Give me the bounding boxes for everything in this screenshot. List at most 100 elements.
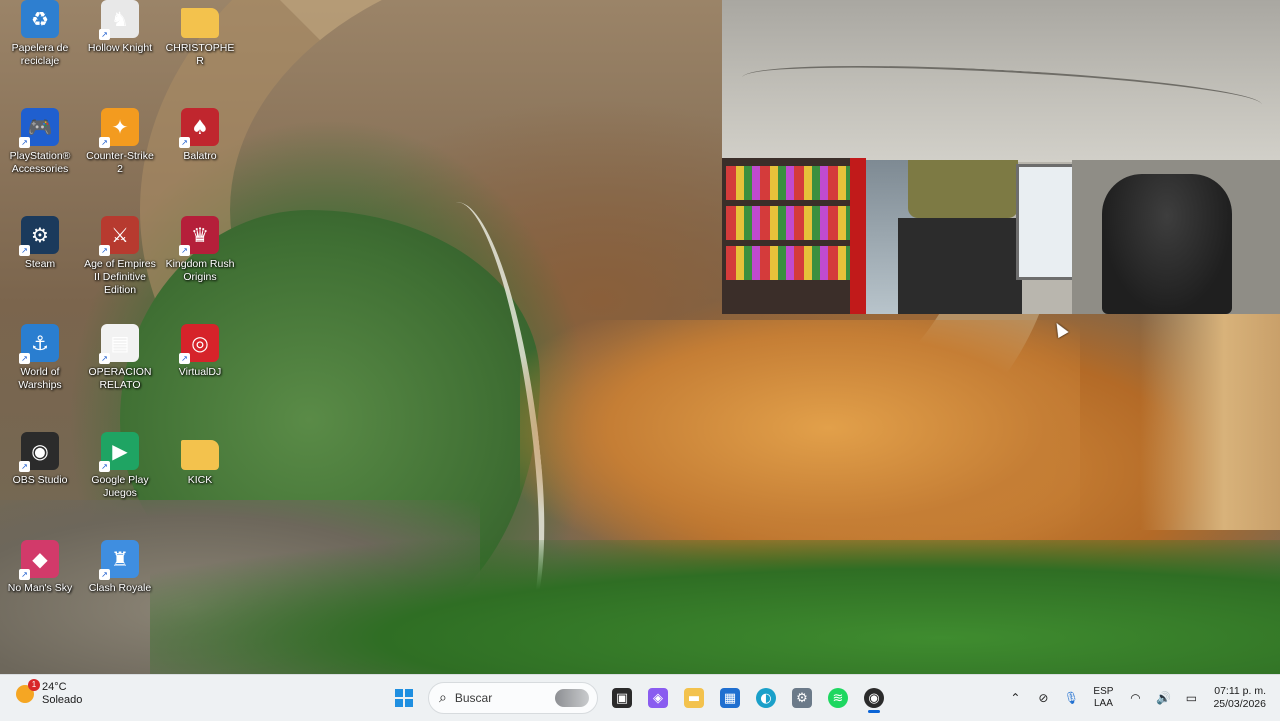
desktop-icon-label: OPERACION RELATO bbox=[88, 366, 152, 391]
desktop-icon-label: PlayStation® Accessories bbox=[9, 150, 71, 175]
desktop-icon-operacion-relato[interactable]: ▤ ↗ OPERACION RELATO bbox=[80, 324, 160, 392]
recycle-bin-icon: ♻ bbox=[21, 0, 59, 38]
desktop-icon-virtualdj[interactable]: ◎ ↗ VirtualDJ bbox=[160, 324, 240, 379]
keyboard-layout: LAA bbox=[1093, 698, 1113, 709]
shortcut-arrow-icon: ↗ bbox=[19, 569, 30, 580]
webcam-preview[interactable] bbox=[722, 0, 1280, 314]
desktop-icon-papelera-de-reciclaje[interactable]: ♻ Papelera de reciclaje bbox=[0, 0, 80, 68]
microphone-icon[interactable]: 🎙 bbox=[1060, 687, 1082, 709]
task-view-icon: ▣ bbox=[612, 688, 632, 708]
desktop-icon-no-man-s-sky[interactable]: ◆ ↗ No Man's Sky bbox=[0, 540, 80, 595]
taskbar-app-file-explorer[interactable]: ▬ bbox=[678, 682, 710, 714]
search-icon: ⌕ bbox=[439, 690, 447, 706]
search-placeholder: Buscar bbox=[454, 691, 493, 705]
obs-studio-icon: ◉ ↗ bbox=[19, 432, 59, 472]
desktop-icon-label: CHRISTOPHER bbox=[165, 42, 235, 67]
desktop-icon-world-of-warships[interactable]: ⚓ ↗ World of Warships bbox=[0, 324, 80, 392]
desktop-icon-playstation-accessories[interactable]: 🎮 ↗ PlayStation® Accessories bbox=[0, 108, 80, 176]
desktop-icon-balatro[interactable]: ♠ ↗ Balatro bbox=[160, 108, 240, 163]
store-icon: ▦ bbox=[720, 688, 740, 708]
desktop-icon-label: Papelera de reciclaje bbox=[11, 42, 69, 67]
desktop-icon-clash-royale[interactable]: ♜ ↗ Clash Royale bbox=[80, 540, 160, 595]
wallpaper-vegetation bbox=[150, 540, 1280, 674]
taskbar-center: ⌕ Buscar ▣ ◈ ▬ ▦ ◐ ⚙ ≋ ◉ bbox=[386, 680, 892, 716]
desktop-icon-label: Counter-Strike 2 bbox=[86, 150, 154, 175]
desktop-icon-counter-strike-2[interactable]: ✦ ↗ Counter-Strike 2 bbox=[80, 108, 160, 176]
windows-logo-icon bbox=[395, 689, 413, 707]
weather-widget[interactable]: 1 24°C Soleado bbox=[16, 679, 83, 707]
folder-icon bbox=[181, 440, 219, 470]
copilot-icon: ◈ bbox=[648, 688, 668, 708]
clock-date: 25/03/2026 bbox=[1213, 698, 1266, 710]
taskbar-app-task-view[interactable]: ▣ bbox=[606, 682, 638, 714]
desktop-icon-christopher[interactable]: CHRISTOPHER bbox=[160, 0, 240, 68]
clock[interactable]: 07:11 p. m. 25/03/2026 bbox=[1213, 685, 1266, 711]
network-off-icon[interactable]: ⊘ bbox=[1032, 687, 1054, 709]
battery-icon[interactable]: ▭ bbox=[1180, 687, 1202, 709]
webcam-gaming-chair bbox=[1102, 174, 1232, 314]
language-code: ESP bbox=[1093, 686, 1114, 697]
webcam-red-post bbox=[850, 158, 866, 314]
desktop-icon-label: No Man's Sky bbox=[7, 582, 73, 594]
folder-icon bbox=[181, 8, 219, 38]
age-of-empires-icon: ⚔ ↗ bbox=[99, 216, 139, 256]
weather-temperature: 24°C bbox=[42, 681, 67, 693]
desktop-icon-obs-studio[interactable]: ◉ ↗ OBS Studio bbox=[0, 432, 80, 487]
webcam-person bbox=[898, 160, 1022, 314]
weather-condition: Soleado bbox=[42, 694, 83, 706]
taskbar-app-obs[interactable]: ◉ bbox=[858, 682, 890, 714]
kingdom-rush-icon: ♛ ↗ bbox=[179, 216, 219, 256]
wifi-icon[interactable]: ◠ bbox=[1124, 687, 1146, 709]
shortcut-arrow-icon: ↗ bbox=[99, 245, 110, 256]
shortcut-arrow-icon: ↗ bbox=[99, 569, 110, 580]
document-icon: ▤ ↗ bbox=[99, 324, 139, 364]
playstation-accessories-icon: 🎮 ↗ bbox=[19, 108, 59, 148]
shortcut-arrow-icon: ↗ bbox=[179, 137, 190, 148]
taskbar: 1 24°C Soleado ⌕ Buscar ▣ ◈ ▬ ▦ ◐ ⚙ ≋ ◉ ⌃ ⊘ 🎙 E… bbox=[0, 674, 1280, 721]
desktop-icon-kick[interactable]: KICK bbox=[160, 432, 240, 487]
desktop-icon-steam[interactable]: ⚙ ↗ Steam bbox=[0, 216, 80, 271]
desktop-icon-label: Kingdom Rush Origins bbox=[165, 258, 235, 283]
desktop-icon-label: Google Play Juegos bbox=[91, 474, 149, 499]
obs-icon: ◉ bbox=[864, 688, 884, 708]
virtualdj-icon: ◎ ↗ bbox=[179, 324, 219, 364]
taskbar-app-microsoft-store[interactable]: ▦ bbox=[714, 682, 746, 714]
taskbar-app-spotify[interactable]: ≋ bbox=[822, 682, 854, 714]
active-app-indicator bbox=[868, 710, 880, 713]
google-play-games-icon: ▶ ↗ bbox=[99, 432, 139, 472]
webcam-window bbox=[1016, 164, 1078, 280]
desktop-icon-age-of-empires-ii-definitive-edition[interactable]: ⚔ ↗ Age of Empires II Definitive Edition bbox=[80, 216, 160, 297]
desktop-icon-label: Clash Royale bbox=[88, 582, 152, 594]
shortcut-arrow-icon: ↗ bbox=[179, 245, 190, 256]
language-indicator[interactable]: ESP LAA bbox=[1093, 686, 1113, 710]
shortcut-arrow-icon: ↗ bbox=[19, 353, 30, 364]
desktop-icon-hollow-knight[interactable]: ♞ ↗ Hollow Knight bbox=[80, 0, 160, 55]
shortcut-arrow-icon: ↗ bbox=[99, 29, 110, 40]
wallpaper-beach bbox=[520, 320, 1080, 560]
desktop-icon-label: Balatro bbox=[183, 150, 217, 162]
taskbar-app-copilot[interactable]: ◈ bbox=[642, 682, 674, 714]
edge-icon: ◐ bbox=[756, 688, 776, 708]
taskbar-app-settings[interactable]: ⚙ bbox=[786, 682, 818, 714]
balatro-icon: ♠ ↗ bbox=[179, 108, 219, 148]
shortcut-arrow-icon: ↗ bbox=[99, 137, 110, 148]
clash-royale-icon: ♜ ↗ bbox=[99, 540, 139, 580]
shortcut-arrow-icon: ↗ bbox=[19, 245, 30, 256]
spotify-icon: ≋ bbox=[828, 688, 848, 708]
wallpaper-rock-right bbox=[1140, 300, 1280, 530]
shortcut-arrow-icon: ↗ bbox=[19, 137, 30, 148]
shortcut-arrow-icon: ↗ bbox=[99, 353, 110, 364]
clock-time: 07:11 p. m. bbox=[1214, 685, 1266, 697]
world-of-warships-icon: ⚓ ↗ bbox=[19, 324, 59, 364]
webcam-snack-shelf bbox=[722, 158, 862, 314]
taskbar-app-edge[interactable]: ◐ bbox=[750, 682, 782, 714]
desktop-icon-google-play-juegos[interactable]: ▶ ↗ Google Play Juegos bbox=[80, 432, 160, 500]
search-highlight-icon bbox=[555, 689, 589, 707]
start-button[interactable] bbox=[388, 682, 420, 714]
sun-weather-icon: 1 bbox=[16, 679, 40, 703]
taskbar-search-box[interactable]: ⌕ Buscar bbox=[428, 682, 598, 714]
volume-icon[interactable]: 🔊 bbox=[1152, 687, 1174, 709]
shortcut-arrow-icon: ↗ bbox=[179, 353, 190, 364]
show-hidden-icons-chevron-icon[interactable]: ⌃ bbox=[1004, 687, 1026, 709]
desktop-icon-kingdom-rush-origins[interactable]: ♛ ↗ Kingdom Rush Origins bbox=[160, 216, 240, 284]
